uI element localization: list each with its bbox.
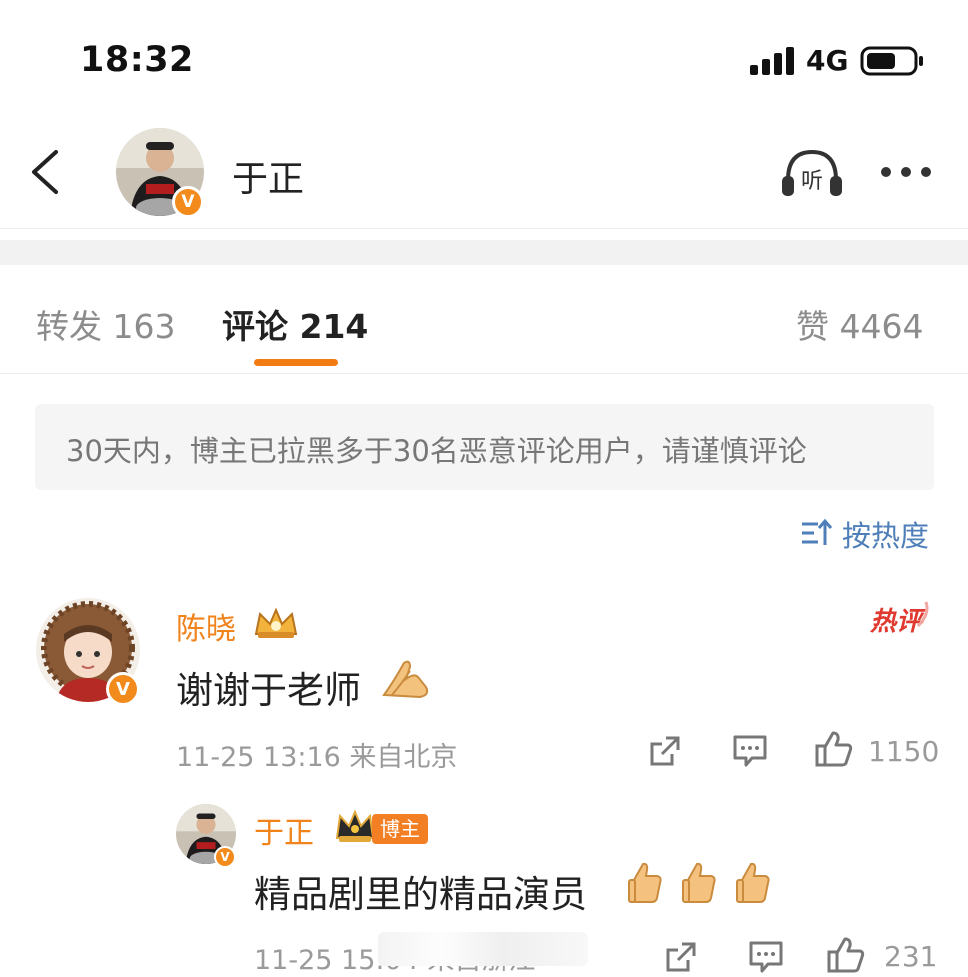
like-count: 1150 [868, 735, 940, 768]
sort-icon[interactable] [800, 518, 832, 548]
more-icon[interactable] [878, 162, 934, 182]
comment-text: 谢谢于老师 [176, 669, 361, 712]
crown-icon [254, 607, 298, 638]
verified-badge: V [214, 846, 236, 868]
tab-comments[interactable]: 评论 214 [222, 300, 368, 348]
comment-icon[interactable] [732, 734, 768, 768]
like-icon[interactable] [814, 730, 854, 768]
divider [0, 228, 968, 229]
crown-icon [335, 809, 375, 842]
commenter-name[interactable]: 陈晓 [176, 604, 236, 648]
sort-by-hot-button[interactable]: 按热度 [842, 513, 929, 555]
share-icon[interactable] [648, 734, 682, 768]
tab-reposts[interactable]: 转发 163 [36, 300, 175, 348]
reply-user-name[interactable]: 于正 [254, 808, 314, 852]
verified-badge: V [172, 186, 204, 218]
reply-text: 精品剧里的精品演员 [254, 873, 587, 916]
blurred-overlay [378, 932, 588, 966]
share-icon[interactable] [664, 940, 698, 974]
active-tab-indicator [254, 359, 338, 366]
blogger-badge: 博主 [372, 814, 428, 844]
signal-icon [750, 47, 794, 75]
hot-comment-icon: 热评 [869, 601, 929, 636]
divider [0, 373, 968, 374]
notice-text: 30天内，博主已拉黑多于30名恶意评论用户，请谨慎评论 [66, 434, 807, 468]
section-gap [0, 240, 968, 265]
svg-text:听: 听 [801, 169, 823, 194]
headphones-listen-icon[interactable]: 听 [780, 146, 844, 198]
battery-icon [860, 46, 923, 76]
like-count: 231 [884, 940, 938, 973]
thumbs-up-emoji [736, 862, 770, 903]
like-icon[interactable] [826, 936, 866, 974]
svg-text:热评: 热评 [869, 607, 926, 636]
praying-hands-emoji [382, 660, 429, 699]
back-icon[interactable] [28, 148, 64, 196]
network-label: 4G [806, 44, 849, 77]
thumbs-up-emoji [628, 862, 662, 903]
status-time: 18:32 [80, 40, 194, 80]
comment-meta: 11-25 13:16 来自北京 [176, 742, 458, 773]
verified-badge: V [106, 672, 140, 706]
page-title: 于正 [232, 159, 305, 200]
comment-icon[interactable] [748, 940, 784, 974]
thumbs-up-emoji [682, 862, 716, 903]
tab-likes[interactable]: 赞 4464 [796, 300, 923, 348]
